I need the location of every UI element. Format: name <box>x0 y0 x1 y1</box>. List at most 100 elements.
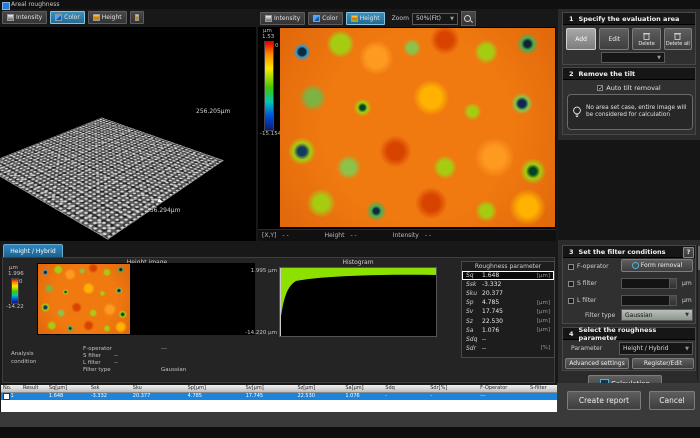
delete-all-areas-button[interactable]: Delete all <box>664 28 692 50</box>
zoom-label: Zoom <box>392 15 409 22</box>
height-color-map <box>280 28 555 227</box>
info-line-1: No area set case, entire image will <box>586 105 686 112</box>
roughness-row-sdr[interactable]: Sdr -- [%] <box>462 344 554 353</box>
height-image-frame <box>37 263 255 335</box>
intensity-status-label: Intensity <box>393 232 419 239</box>
results-table-header: No. Result Sq[μm] Ssk Sku Sp[μm] Sv[μm] … <box>1 385 557 393</box>
intensity-status-value: - - <box>425 232 431 239</box>
lightbulb-icon <box>572 106 582 119</box>
intensity-2d-button[interactable]: Intensity <box>260 12 305 25</box>
colorbar-gradient <box>264 41 274 131</box>
analysis-f-operator-label: F-operator <box>83 346 112 352</box>
form-removal-button[interactable]: Form removal <box>621 259 693 272</box>
xy-label: [X,Y] <box>262 232 276 239</box>
height-icon <box>351 15 358 22</box>
intensity-3d-label: Intensity <box>16 14 42 21</box>
section2-title: Remove the tilt <box>579 70 636 78</box>
roughness-row-ssk[interactable]: Ssk -3.332 <box>462 280 554 289</box>
color-3d-button[interactable]: Color <box>50 11 85 24</box>
section3-header: 3 Set the filter conditions ? <box>563 246 695 258</box>
delete-area-button[interactable]: Delete <box>632 28 660 50</box>
histogram-curve <box>280 268 436 336</box>
roughness-row-sz[interactable]: Sz 22.530 [μm] <box>462 316 554 325</box>
colorbar-min: -15.154 <box>260 131 281 137</box>
info-line-2: be considered for calculation <box>586 112 686 119</box>
histogram-title: Histogram <box>279 259 437 266</box>
color-3d-label: Color <box>64 14 80 21</box>
height-3d-button[interactable]: Height <box>88 11 127 24</box>
zoom-value: 50%(Fit) <box>416 15 441 22</box>
roughness-row-sp[interactable]: Sp 4.785 [μm] <box>462 298 554 307</box>
toolbar-3d: Intensity Color Height <box>2 11 144 24</box>
parameter-select[interactable]: Height / Hybrid ▼ <box>619 342 693 355</box>
tab-height-hybrid-label: Height / Hybrid <box>10 248 55 255</box>
help-button[interactable]: ? <box>683 247 694 258</box>
areal-roughness-window: Areal roughness Intensity Color Height 2… <box>0 0 700 438</box>
section1-title: Specify the evaluation area <box>579 15 680 23</box>
section4-title: Select the roughness parameter <box>579 326 695 342</box>
bottom-edge <box>0 427 700 438</box>
histogram-plot <box>279 267 437 337</box>
add-area-button[interactable]: Add <box>566 28 596 50</box>
create-report-button[interactable]: Create report <box>567 391 641 410</box>
cancel-button[interactable]: Cancel <box>649 391 695 410</box>
register-edit-button[interactable]: Register/Edit <box>632 358 694 369</box>
width-dimension-label: 256.294μm <box>146 207 180 214</box>
auto-tilt-label: Auto tilt removal <box>606 84 660 92</box>
view-mode-icon-button[interactable] <box>130 11 144 24</box>
l-filter-input[interactable] <box>621 295 677 306</box>
view-2d[interactable]: μm 1.53 0 -15.154 <box>258 27 556 229</box>
roughness-row-sdq[interactable]: Sdq -- <box>462 335 554 344</box>
filter-type-label: Filter type <box>585 312 615 319</box>
intensity-3d-button[interactable]: Intensity <box>2 11 47 24</box>
roughness-row-sa[interactable]: Sa 1.076 [μm] <box>462 326 554 335</box>
color-icon <box>55 14 62 21</box>
f-operator-checkbox[interactable] <box>568 264 574 270</box>
roughness-parameter-panel: Roughness parameter Sq 1.648 [μm] Ssk -3… <box>461 261 555 358</box>
chevron-down-icon: ▼ <box>657 55 661 61</box>
info-box: No area set case, entire image will be c… <box>567 94 693 130</box>
depth-dimension-label: 256.205μm <box>196 108 230 115</box>
section2-header: 2 Remove the tilt <box>563 68 695 80</box>
title-bar: Areal roughness <box>0 0 700 9</box>
results-table-row[interactable]: 1 1.648 -3.332 20.377 4.785 17.745 22.53… <box>1 393 557 400</box>
analysis-s-filter-value: -- <box>114 353 118 359</box>
app-icon <box>2 2 10 10</box>
analysis-l-filter-label: L filter <box>83 360 101 366</box>
area-select[interactable]: ▼ <box>601 52 665 63</box>
parameter-label: Parameter <box>571 345 602 352</box>
advanced-settings-button[interactable]: Advanced settings <box>565 358 629 369</box>
zoom-select[interactable]: 50%(Fit) ▼ <box>412 13 458 25</box>
filter-type-select[interactable]: Gaussian ▼ <box>621 309 693 321</box>
height-2d-button[interactable]: Height <box>346 12 385 25</box>
magnifier-button[interactable] <box>461 11 476 26</box>
color-2d-button[interactable]: Color <box>308 12 343 25</box>
edit-area-button[interactable]: Edit <box>599 28 629 50</box>
intensity-icon <box>7 14 14 21</box>
row-checkbox[interactable] <box>3 393 10 400</box>
roughness-row-sq[interactable]: Sq 1.648 [μm] <box>462 271 554 280</box>
color-2d-label: Color <box>322 15 338 22</box>
l-filter-checkbox[interactable] <box>568 298 574 304</box>
height-3d-label: Height <box>102 14 122 21</box>
roughness-row-sv[interactable]: Sv 17.745 [μm] <box>462 307 554 316</box>
analysis-filter-type-label: Filter type <box>83 367 111 373</box>
s-filter-checkbox[interactable] <box>568 281 574 287</box>
auto-tilt-checkbox[interactable] <box>597 85 603 91</box>
analysis-l-filter-value: -- <box>114 360 118 366</box>
xy-value: - - <box>282 232 288 239</box>
results-table: No. Result Sq[μm] Ssk Sku Sp[μm] Sv[μm] … <box>1 385 557 413</box>
tab-height-hybrid[interactable]: Height / Hybrid <box>3 244 63 258</box>
trash-icon <box>643 32 650 40</box>
form-removal-icon <box>632 262 639 269</box>
s-filter-input[interactable] <box>621 278 677 289</box>
section-remove-tilt: 2 Remove the tilt Auto tilt removal No a… <box>562 67 696 135</box>
histogram-min-label: -14.220 μm <box>233 330 277 336</box>
bottom-strip <box>0 412 557 427</box>
section4-header: 4 Select the roughness parameter <box>563 328 695 340</box>
view-3d[interactable]: 256.205μm 256.294μm <box>0 27 256 241</box>
section1-header: 1 Specify the evaluation area <box>563 13 695 25</box>
section-roughness-parameter: 4 Select the roughness parameter Paramet… <box>562 327 696 371</box>
roughness-row-sku[interactable]: Sku 20.377 <box>462 289 554 298</box>
chevron-down-icon: ▼ <box>450 16 454 22</box>
